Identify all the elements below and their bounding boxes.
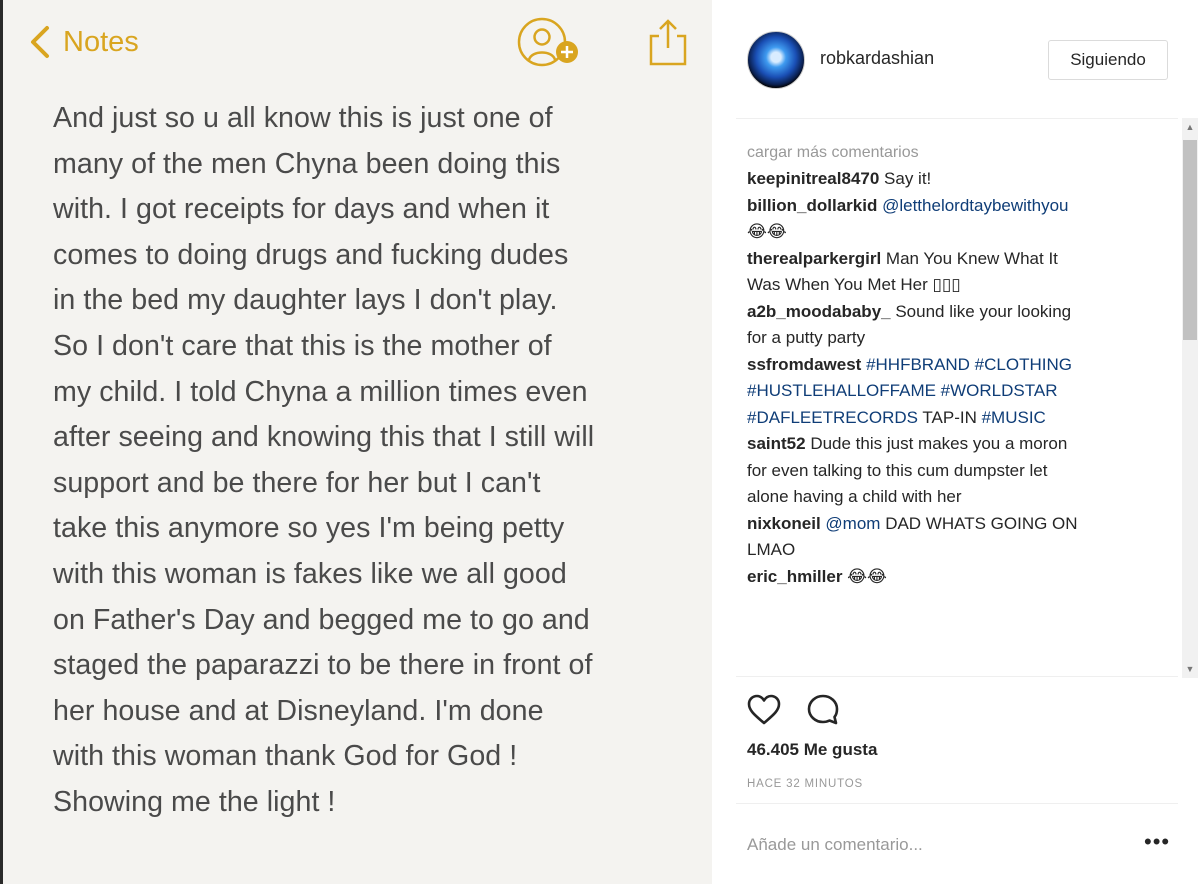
back-button[interactable]: Notes	[25, 22, 139, 62]
chevron-left-icon	[31, 26, 49, 58]
comment-username[interactable]: a2b_moodababy_	[747, 302, 891, 321]
comment-username[interactable]: billion_dollarkid	[747, 196, 877, 215]
comment-item: eric_hmiller 😂😂	[747, 564, 1157, 591]
comment-text: Was When You Met Her ▯▯▯	[747, 275, 961, 294]
post-timestamp: HACE 32 MINUTOS	[747, 778, 863, 790]
comment-text: Say it!	[879, 169, 932, 188]
comment-text-line: eric_hmiller 😂😂	[747, 564, 1157, 591]
comment-username[interactable]: ssfromdawest	[747, 355, 861, 374]
avatar[interactable]	[747, 31, 805, 89]
post-header: robkardashian Siguiendo	[712, 0, 1200, 118]
note-text-line: her house and at Disneyland. I'm done	[53, 694, 544, 727]
comment-tag-link[interactable]: #DAFLEETRECORDS	[747, 408, 918, 427]
notes-panel: Notes And just so u all know this is jus…	[0, 0, 712, 884]
comment-item: ssfromdawest #HHFBRAND #CLOTHING #HUSTLEH…	[747, 352, 1157, 432]
comment-text-line: a2b_moodababy_ Sound like your looking	[747, 299, 1157, 326]
note-text-line: And just so u all know this is just one …	[53, 102, 553, 134]
note-text-line: So I don't care that this is the mother …	[53, 329, 552, 362]
note-body: And just so u all know this is just one …	[53, 96, 703, 826]
header-divider	[736, 118, 1178, 119]
comment-text-line: #HUSTLEHALLOFFAME #WORLDSTAR	[747, 378, 1157, 405]
comment-username[interactable]: saint52	[747, 434, 806, 453]
comment-text: for a putty party	[747, 328, 866, 347]
comment-text-line: ssfromdawest #HHFBRAND #CLOTHING	[747, 352, 1157, 379]
input-divider	[736, 803, 1178, 804]
comment-text-line: keepinitreal8470 Say it!	[747, 166, 1157, 193]
post-username[interactable]: robkardashian	[820, 48, 934, 69]
comment-text: TAP-IN	[917, 407, 982, 427]
likes-count[interactable]: 46.405 Me gusta	[747, 740, 877, 760]
comment-text: Man You Knew What It	[881, 248, 1058, 268]
comment-text-line: Was When You Met Her ▯▯▯	[747, 272, 1157, 299]
comment-text-line: therealparkergirl Man You Knew What It	[747, 246, 1157, 273]
comment-text: 😂😂	[842, 566, 887, 586]
note-text-line: many of the men Chyna been doing this	[53, 147, 561, 180]
comment-tag-link[interactable]: @mom	[825, 514, 880, 533]
comment-text: DAD WHATS GOING ON	[880, 513, 1078, 533]
heart-icon[interactable]	[746, 692, 782, 728]
note-text-line: after seeing and knowing this that I sti…	[53, 421, 595, 454]
comment-input[interactable]	[747, 830, 1127, 860]
comment-username[interactable]: keepinitreal8470	[747, 169, 879, 188]
comment-text-line: nixkoneil @mom DAD WHATS GOING ON	[747, 511, 1157, 538]
comment-text-line: LMAO	[747, 537, 1157, 564]
comment-item: saint52 Dude this just makes you a moron…	[747, 431, 1157, 511]
actions-divider	[736, 676, 1178, 677]
scroll-up-arrow-icon[interactable]: ▲	[1185, 122, 1195, 132]
note-text-line: with this woman thank God for God !	[53, 740, 518, 773]
instagram-post-panel: robkardashian Siguiendo cargar más comen…	[712, 0, 1200, 884]
comment-text: 😂😂	[747, 222, 787, 241]
scroll-down-arrow-icon[interactable]: ▼	[1185, 664, 1195, 674]
comment-text: for even talking to this cum dumpster le…	[747, 460, 1048, 480]
note-text-line: my child. I told Chyna a million times e…	[53, 375, 588, 408]
more-icon[interactable]: •••	[1144, 831, 1172, 853]
comment-username[interactable]: eric_hmiller	[747, 567, 842, 586]
comment-tag-link[interactable]: #HHFBRAND #CLOTHING	[866, 355, 1072, 374]
comment-icon[interactable]	[805, 692, 841, 728]
comment-text-line: 😂😂	[747, 219, 1157, 246]
note-text-line: in the bed my daughter lays I don't play…	[53, 284, 558, 317]
comment-username[interactable]: nixkoneil	[747, 514, 821, 533]
comment-text-line: #DAFLEETRECORDS TAP-IN #MUSIC	[747, 405, 1157, 432]
comment-text: LMAO	[747, 540, 796, 559]
comment-item: billion_dollarkid @letthelordtaybewithyo…	[747, 193, 1157, 246]
note-text-line: support and be there for her but I can't	[53, 466, 541, 499]
comment-text-line: alone having a child with her	[747, 484, 1157, 511]
comment-item: therealparkergirl Man You Knew What It Wa…	[747, 246, 1157, 299]
load-more-comments-link[interactable]: cargar más comentarios	[747, 140, 1157, 166]
share-icon[interactable]	[645, 18, 691, 68]
comment-text-line: saint52 Dude this just makes you a moron	[747, 431, 1157, 458]
comment-tag-link[interactable]: #HUSTLEHALLOFFAME #WORLDSTAR	[747, 381, 1057, 400]
comment-item: keepinitreal8470 Say it!	[747, 166, 1157, 193]
comment-text-line: for even talking to this cum dumpster le…	[747, 458, 1157, 485]
comment-item: nixkoneil @mom DAD WHATS GOING ON LMAO	[747, 511, 1157, 564]
add-person-icon[interactable]	[515, 16, 585, 70]
note-text-line: Showing me the light !	[53, 785, 336, 818]
note-text-line: take this anymore so yes I'm being petty	[53, 512, 565, 545]
comment-text: Sound like your looking	[890, 301, 1072, 321]
comment-text-line: billion_dollarkid @letthelordtaybewithyo…	[747, 193, 1157, 220]
comments-list[interactable]: cargar más comentarios keepinitreal8470 …	[747, 138, 1157, 676]
note-text-line: with this woman is fakes like we all goo…	[53, 557, 567, 590]
comment-text: alone having a child with her	[747, 487, 962, 506]
note-text-line: with. I got receipts for days and when i…	[53, 193, 550, 226]
back-label: Notes	[63, 26, 139, 58]
note-text-line: comes to doing drugs and fucking dudes	[53, 238, 569, 271]
comment-text-line: for a putty party	[747, 325, 1157, 352]
comment-tag-link[interactable]: @letthelordtaybewithyou	[882, 196, 1068, 215]
following-button[interactable]: Siguiendo	[1048, 40, 1168, 80]
note-text-line: on Father's Day and begged me to go and	[53, 603, 590, 636]
note-text-line: staged the paparazzi to be there in fron…	[53, 649, 593, 682]
scrollbar-thumb[interactable]	[1183, 140, 1197, 340]
comments-scrollbar[interactable]: ▲ ▼	[1182, 118, 1198, 678]
notes-toolbar: Notes	[3, 0, 712, 90]
comment-text: Dude this just makes you a moron	[805, 434, 1068, 453]
comment-username[interactable]: therealparkergirl	[747, 249, 881, 268]
comment-tag-link[interactable]: #MUSIC	[982, 408, 1046, 427]
comment-item: a2b_moodababy_ Sound like your looking fo…	[747, 299, 1157, 352]
